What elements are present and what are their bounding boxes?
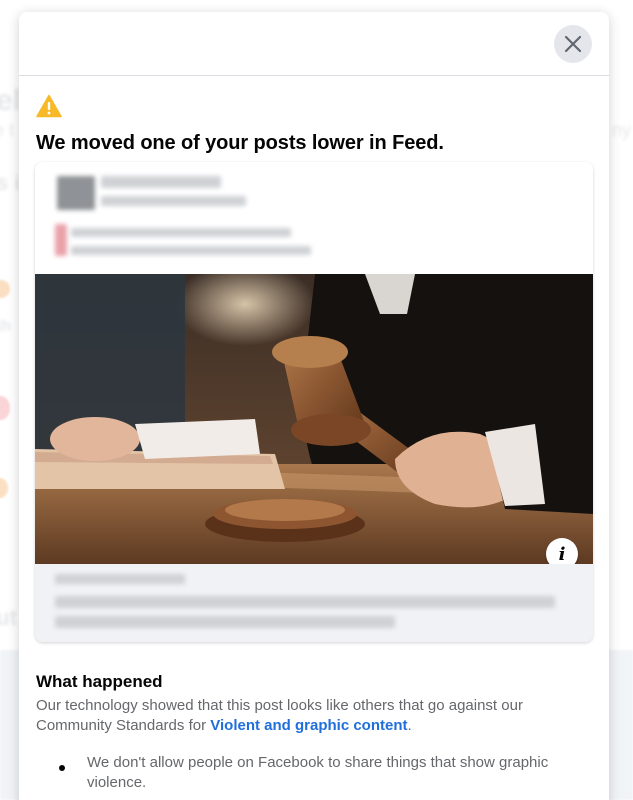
post-image: i — [35, 274, 593, 564]
dialog-title: We moved one of your posts lower in Feed… — [36, 132, 444, 154]
blurred-link-domain — [55, 574, 185, 584]
close-icon — [564, 35, 582, 53]
community-standards-link[interactable]: Violent and graphic content — [210, 717, 407, 734]
close-button[interactable] — [554, 25, 592, 63]
what-happened-text: Our technology showed that this post loo… — [36, 696, 581, 736]
blurred-timestamp — [101, 196, 246, 206]
info-button[interactable]: i — [546, 538, 578, 564]
post-demotion-dialog: We moved one of your posts lower in Feed… — [19, 12, 609, 800]
blurred-post-text — [55, 224, 67, 256]
warning-icon — [36, 94, 62, 118]
post-preview-card[interactable]: i — [35, 162, 593, 642]
policy-bullet-item: We don't allow people on Facebook to sha… — [87, 754, 549, 791]
blurred-author-name — [101, 176, 221, 188]
what-happened-text-end: . — [407, 717, 412, 734]
dialog-header — [19, 12, 609, 76]
what-happened-heading: What happened — [36, 672, 163, 691]
blurred-link-title — [55, 616, 395, 628]
blurred-post-text — [71, 228, 291, 237]
info-icon: i — [558, 543, 566, 565]
bullet-dot — [59, 765, 65, 771]
judge-gavel-photo — [35, 274, 593, 564]
post-link-preview-blurred — [35, 564, 593, 642]
blurred-link-title — [55, 596, 555, 608]
post-header-blurred — [35, 162, 593, 274]
blurred-post-text — [71, 246, 311, 255]
blurred-avatar — [57, 176, 95, 210]
